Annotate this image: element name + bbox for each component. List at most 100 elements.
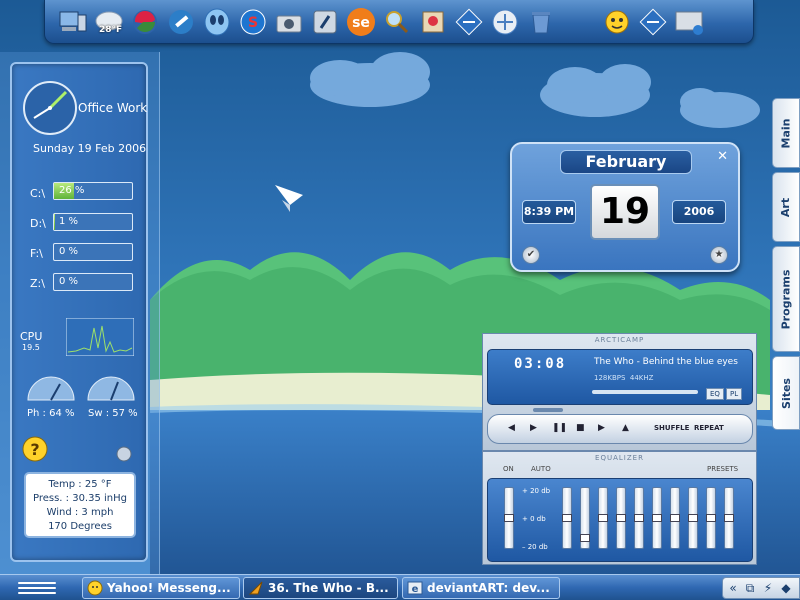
check-icon[interactable]: ✔: [522, 246, 540, 264]
play-icon[interactable]: ▶: [530, 423, 537, 433]
tray-winamp-icon[interactable]: ◆: [779, 581, 793, 595]
tab-art-label: Art: [779, 197, 793, 217]
weather-temp-line: Temp : 25 °F: [48, 479, 112, 490]
calendar-time: 8:39 PM: [522, 200, 576, 224]
repeat-button[interactable]: REPEAT: [694, 424, 724, 432]
eq-band-slider[interactable]: [670, 487, 680, 549]
player-kbps: 128KBPS: [594, 374, 626, 382]
drive-bar-d[interactable]: 1 %: [53, 213, 133, 231]
weather-info-icon[interactable]: ?: [22, 436, 48, 462]
firefox-icon[interactable]: [129, 6, 161, 38]
drive-label-d: D:\: [30, 217, 46, 230]
prev-icon[interactable]: ◀: [508, 423, 515, 433]
eq-knob: [598, 514, 608, 522]
next-icon[interactable]: ▶: [598, 423, 605, 433]
eq-toggle-button[interactable]: EQ: [706, 388, 724, 400]
tray-network-icon[interactable]: ⧉: [743, 581, 757, 595]
network-icon[interactable]: [453, 6, 485, 38]
eq-knob: [616, 514, 626, 522]
system-icon[interactable]: [673, 6, 705, 38]
sidebar-date: Sunday 19 Feb 2006: [33, 142, 147, 155]
calendar-day: 19: [590, 184, 660, 240]
svg-text:S: S: [248, 15, 258, 31]
seek-bar[interactable]: [533, 408, 563, 412]
shuffle-button[interactable]: SHUFFLE: [654, 424, 689, 432]
task-label: 36. The Who - B...: [268, 581, 389, 595]
weather-degrees-line: 170 Degrees: [48, 521, 112, 532]
ie-icon[interactable]: [489, 6, 521, 38]
task-yahoo-messenger[interactable]: Yahoo! Messeng...: [82, 577, 240, 599]
alien-icon[interactable]: [201, 6, 233, 38]
equalizer-panel: + 20 db + 0 db – 20 db: [487, 478, 753, 562]
tab-programs[interactable]: Programs: [772, 246, 800, 352]
eq-band-slider[interactable]: [688, 487, 698, 549]
drive-bar-f[interactable]: 0 %: [53, 243, 133, 261]
refresh-icon[interactable]: [116, 446, 132, 462]
eq-presets-button[interactable]: PRESETS: [707, 465, 738, 473]
computer-icon[interactable]: [57, 6, 89, 38]
skype-icon[interactable]: S: [237, 6, 269, 38]
tools-icon[interactable]: [165, 6, 197, 38]
svg-text:e: e: [412, 584, 419, 595]
eq-knob: [706, 514, 716, 522]
art-icon[interactable]: [417, 6, 449, 38]
eq-preamp-slider[interactable]: [504, 487, 514, 549]
player-time: 03:08: [514, 356, 567, 372]
tab-programs-label: Programs: [779, 269, 793, 329]
weather-icon[interactable]: 28°F: [93, 6, 125, 38]
media-icon[interactable]: [309, 6, 341, 38]
eq-knob: [652, 514, 662, 522]
task-label: Yahoo! Messeng...: [107, 581, 231, 595]
media-player: ARCTICAMP 03:08 The Who - Behind the blu…: [482, 333, 757, 565]
sw-gauge: [87, 376, 135, 401]
eq-band-slider[interactable]: [652, 487, 662, 549]
tray-collapse-icon[interactable]: «: [726, 581, 740, 595]
eq-db-minus: – 20 db: [522, 543, 548, 551]
task-deviantart[interactable]: e deviantART: dev...: [402, 577, 560, 599]
eq-on-button[interactable]: ON: [503, 465, 514, 473]
eq-db-zero: + 0 db: [522, 515, 546, 523]
stop-icon[interactable]: ■: [576, 423, 585, 433]
drive-value-d: 1 %: [59, 216, 79, 227]
eq-band-slider[interactable]: [562, 487, 572, 549]
drive-value-z: 0 %: [59, 276, 79, 287]
yahoo-icon[interactable]: [601, 6, 633, 38]
eq-knob: [634, 514, 644, 522]
pl-toggle-button[interactable]: PL: [726, 388, 743, 400]
eq-band-slider[interactable]: [724, 487, 734, 549]
recycle-bin-icon[interactable]: [525, 6, 557, 38]
drive-bar-z[interactable]: 0 %: [53, 273, 133, 291]
system-tray: « ⧉ ⚡ ◆: [722, 577, 800, 599]
camera-icon[interactable]: [273, 6, 305, 38]
eject-icon[interactable]: ▲: [622, 423, 629, 433]
tab-art[interactable]: Art: [772, 172, 800, 242]
eq-band-slider[interactable]: [580, 487, 590, 549]
eq-band-slider[interactable]: [616, 487, 626, 549]
drive-label-z: Z:\: [30, 277, 45, 290]
drive-bar-c[interactable]: 26 %: [53, 182, 133, 200]
eq-band-slider[interactable]: [706, 487, 716, 549]
pause-icon[interactable]: ❚❚: [552, 423, 567, 433]
svg-text:se: se: [352, 15, 370, 31]
star-icon[interactable]: ★: [710, 246, 728, 264]
eq-auto-button[interactable]: AUTO: [531, 465, 551, 473]
start-menu-icon[interactable]: [18, 579, 56, 597]
task-winamp[interactable]: 36. The Who - B...: [243, 577, 398, 599]
close-icon[interactable]: ✕: [717, 149, 728, 164]
eq-knob: [504, 514, 514, 522]
eq-db-plus: + 20 db: [522, 487, 551, 495]
equalizer-window: EQUALIZER ON AUTO PRESETS + 20 db + 0 db…: [482, 451, 757, 565]
tray-sound-icon[interactable]: ⚡: [761, 581, 775, 595]
tab-sites-label: Sites: [779, 377, 793, 409]
eq-band-slider[interactable]: [598, 487, 608, 549]
tab-main[interactable]: Main: [772, 98, 800, 168]
volume-slider[interactable]: [592, 390, 698, 394]
search-icon[interactable]: [381, 6, 413, 38]
drive-label-c: C:\: [30, 187, 46, 200]
network2-icon[interactable]: [637, 6, 669, 38]
eq-band-slider[interactable]: [634, 487, 644, 549]
calendar-widget: February ✕ 8:39 PM 19 2006 ✔ ★: [510, 142, 740, 272]
tab-main-label: Main: [779, 118, 793, 148]
se-icon[interactable]: se: [345, 6, 377, 38]
tab-sites[interactable]: Sites: [772, 356, 800, 430]
